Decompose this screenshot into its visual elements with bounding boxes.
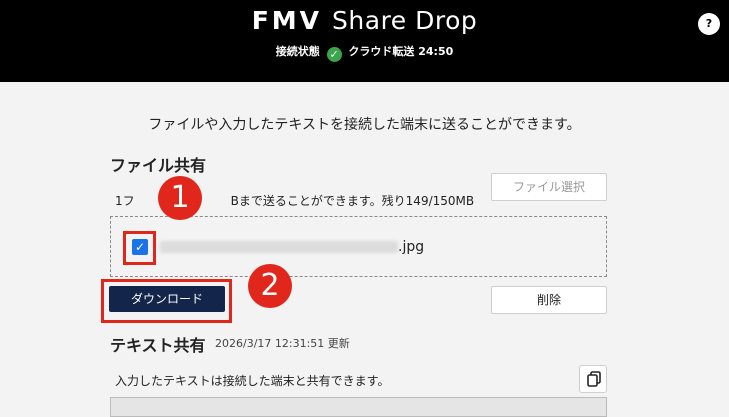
delete-button[interactable]: 削除 bbox=[491, 286, 607, 314]
connection-status: 接続状態 ✓ クラウド転送 24:50 bbox=[0, 43, 729, 62]
file-name-redacted bbox=[160, 241, 398, 253]
file-share-title: ファイル共有 bbox=[110, 156, 207, 175]
file-select-button[interactable]: ファイル選択 bbox=[491, 173, 607, 201]
annotation-box-download bbox=[101, 279, 232, 323]
status-mode: クラウド転送 24:50 bbox=[348, 45, 454, 58]
product-name: Share Drop bbox=[332, 6, 478, 35]
check-circle-icon: ✓ bbox=[326, 47, 342, 62]
annotation-badge-1: 1 bbox=[158, 176, 202, 220]
app-header: FMV Share Drop 接続状態 ✓ クラウド転送 24:50 ? bbox=[0, 0, 729, 82]
updated-timestamp: 2026/3/17 12:31:51 更新 bbox=[215, 337, 350, 350]
shared-text-area[interactable] bbox=[110, 397, 607, 417]
annotation-badge-2: 2 bbox=[248, 264, 292, 308]
file-extension: .jpg bbox=[398, 239, 425, 255]
brand-name: FMV bbox=[251, 6, 323, 35]
copy-icon bbox=[587, 371, 601, 387]
text-share-title: テキスト共有 bbox=[110, 336, 206, 355]
intro-text: ファイルや入力したテキストを接続した端末に送ることができます。 bbox=[148, 117, 581, 133]
text-share-description: 入力したテキストは接続した端末と共有できます。 bbox=[115, 374, 390, 388]
app-logo: FMV Share Drop bbox=[0, 6, 729, 35]
status-label: 接続状態 bbox=[275, 45, 320, 58]
help-button[interactable]: ? bbox=[698, 13, 720, 35]
limit-text-prefix: 1フ bbox=[115, 194, 135, 208]
limit-text-suffix: Bまで送ることができます。残り149/150MB bbox=[230, 194, 475, 208]
annotation-box-checkbox bbox=[123, 231, 156, 265]
copy-button[interactable] bbox=[579, 365, 607, 393]
